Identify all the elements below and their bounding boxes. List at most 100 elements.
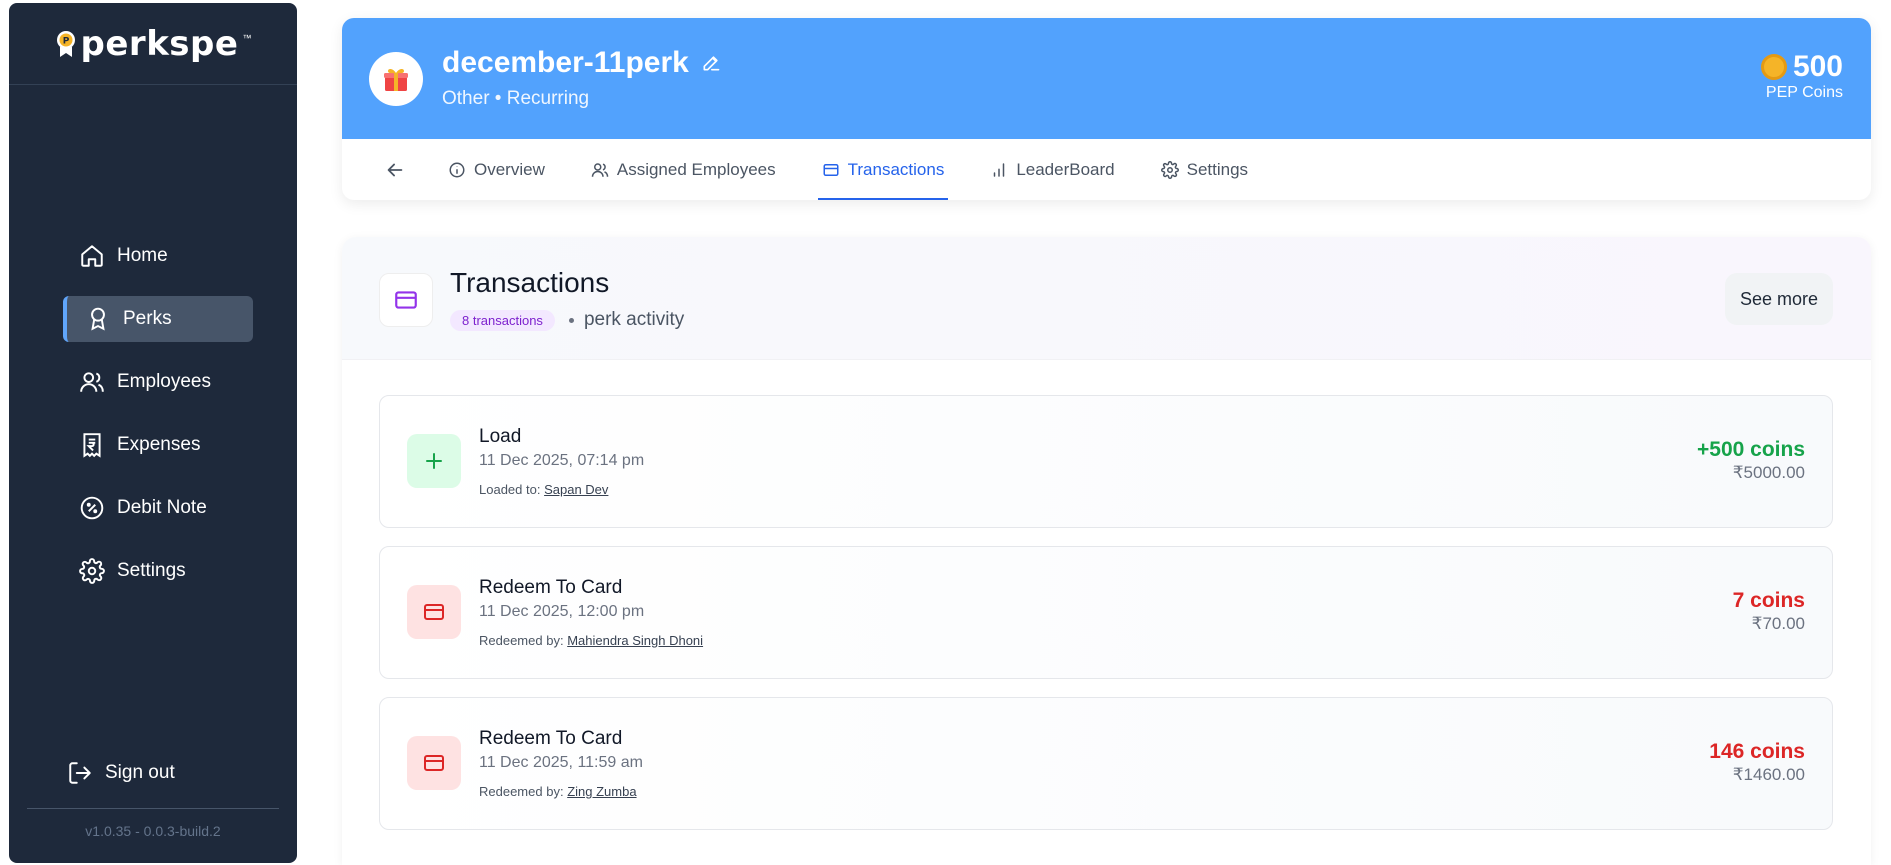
transaction-party: Loaded to: Sapan Dev bbox=[479, 482, 608, 497]
sidebar-item-employees[interactable]: Employees bbox=[63, 359, 253, 405]
perk-subtitle: Other • Recurring bbox=[442, 88, 590, 109]
sidebar-item-perks[interactable]: Perks bbox=[63, 296, 253, 342]
card-icon bbox=[823, 163, 839, 176]
transaction-date: 11 Dec 2025, 11:59 am bbox=[479, 754, 643, 771]
version-label: v1.0.35 - 0.0.3-build.2 bbox=[27, 808, 279, 839]
logo-area: P perkspe ™ bbox=[9, 3, 297, 85]
transactions-header: Transactions 8 transactions perk activit… bbox=[342, 237, 1871, 360]
perk-title-text: december-11perk bbox=[442, 46, 689, 79]
award-icon bbox=[91, 307, 105, 331]
brand-tm: ™ bbox=[242, 32, 252, 43]
separator-dot bbox=[568, 317, 574, 323]
transaction-party: Redeemed by: Zing Zumba bbox=[479, 784, 637, 799]
transaction-coins: +500 coins bbox=[1697, 438, 1805, 461]
tab-assigned-employees[interactable]: Assigned Employees bbox=[591, 139, 776, 200]
badge-percent-icon bbox=[80, 496, 104, 520]
transaction-amount: +500 coins ₹5000.00 bbox=[1697, 438, 1805, 483]
transaction-type-icon bbox=[407, 434, 461, 488]
transactions-list: Load 11 Dec 2025, 07:14 pm Loaded to: Sa… bbox=[379, 395, 1833, 848]
transaction-row[interactable]: Redeem To Card 11 Dec 2025, 12:00 pm Red… bbox=[379, 546, 1833, 679]
tab-transactions[interactable]: Transactions bbox=[817, 139, 948, 200]
edit-icon[interactable] bbox=[701, 53, 721, 73]
transactions-title: Transactions bbox=[450, 267, 610, 298]
sidebar-item-label: Perks bbox=[123, 308, 172, 329]
see-more-button[interactable]: See more bbox=[1725, 273, 1833, 325]
sidebar-item-debit-note[interactable]: Debit Note bbox=[63, 485, 253, 531]
transactions-header-icon bbox=[379, 273, 433, 327]
transactions-meta: 8 transactions perk activity bbox=[450, 309, 684, 331]
transaction-inr: ₹1460.00 bbox=[1732, 765, 1805, 784]
transaction-party-prefix: Redeemed by: bbox=[479, 633, 564, 648]
transaction-type: Redeem To Card bbox=[479, 577, 623, 598]
bar-chart-icon bbox=[994, 162, 1005, 177]
coin-icon bbox=[1760, 54, 1787, 80]
transaction-party-prefix: Loaded to: bbox=[479, 482, 541, 497]
transaction-party-link[interactable]: Mahiendra Singh Dhoni bbox=[567, 633, 703, 648]
tab-label: Settings bbox=[1186, 159, 1249, 179]
tab-overview[interactable]: Overview bbox=[448, 139, 545, 200]
brand-logo[interactable]: P perkspe ™ bbox=[55, 23, 252, 64]
gear-icon bbox=[79, 558, 105, 584]
transaction-amount: 7 coins ₹70.00 bbox=[1733, 589, 1805, 634]
transactions-card: Transactions 8 transactions perk activit… bbox=[342, 237, 1871, 865]
sidebar-item-label: Employees bbox=[117, 371, 211, 392]
tab-label: Overview bbox=[474, 159, 545, 179]
transaction-date: 11 Dec 2025, 12:00 pm bbox=[479, 603, 645, 620]
sidebar-item-label: Home bbox=[117, 245, 168, 266]
transaction-inr: ₹5000.00 bbox=[1732, 463, 1805, 482]
card-icon bbox=[395, 291, 417, 309]
users-icon bbox=[591, 162, 609, 177]
transaction-type-icon bbox=[407, 585, 461, 639]
tab-leaderboard[interactable]: LeaderBoard bbox=[990, 139, 1115, 200]
transaction-row[interactable]: Load 11 Dec 2025, 07:14 pm Loaded to: Sa… bbox=[379, 395, 1833, 528]
transaction-inr: ₹70.00 bbox=[1751, 614, 1805, 633]
sidebar-item-expenses[interactable]: Expenses bbox=[63, 422, 253, 468]
sidebar-item-home[interactable]: Home bbox=[63, 233, 253, 279]
perk-avatar bbox=[369, 52, 423, 106]
coins-label: PEP Coins bbox=[1765, 84, 1843, 101]
perk-header-banner: december-11perk Other • Recurring 500 PE… bbox=[342, 18, 1871, 139]
transactions-count-badge: 8 transactions bbox=[450, 309, 555, 331]
sidebar-item-label: Expenses bbox=[117, 434, 201, 455]
perk-tabs: Overview Assigned Employees Transactions… bbox=[342, 139, 1871, 200]
transaction-row[interactable]: Redeem To Card 11 Dec 2025, 11:59 am Red… bbox=[379, 697, 1833, 830]
receipt-rupee-icon bbox=[83, 433, 101, 458]
tab-label: Transactions bbox=[847, 159, 945, 179]
perk-title: december-11perk bbox=[442, 46, 721, 80]
transaction-party-link[interactable]: Zing Zumba bbox=[567, 784, 636, 799]
transaction-amount: 146 coins ₹1460.00 bbox=[1709, 740, 1805, 785]
tab-label: Assigned Employees bbox=[616, 159, 776, 179]
coins-summary: 500 PEP Coins bbox=[1760, 50, 1843, 102]
coins-value: 500 bbox=[1792, 50, 1843, 83]
logout-icon bbox=[69, 762, 91, 784]
svg-text:P: P bbox=[62, 36, 69, 46]
transaction-party-link[interactable]: Sapan Dev bbox=[544, 482, 608, 497]
sidebar: P perkspe ™ Home Perks Employees Expense… bbox=[9, 3, 297, 863]
back-arrow-icon[interactable] bbox=[384, 159, 406, 181]
sidebar-item-label: Settings bbox=[117, 560, 186, 581]
transaction-coins: 7 coins bbox=[1732, 589, 1805, 612]
users-icon bbox=[80, 372, 104, 392]
transaction-coins: 146 coins bbox=[1709, 740, 1805, 763]
sidebar-nav: Home Perks Employees Expenses Debit Note… bbox=[63, 233, 253, 611]
info-icon bbox=[449, 162, 465, 177]
home-icon bbox=[81, 245, 103, 267]
tab-label: LeaderBoard bbox=[1016, 159, 1115, 179]
sidebar-item-settings[interactable]: Settings bbox=[63, 548, 253, 594]
sign-out-label: Sign out bbox=[105, 762, 175, 783]
transaction-party-prefix: Redeemed by: bbox=[479, 784, 564, 799]
tab-settings[interactable]: Settings bbox=[1160, 139, 1249, 200]
transaction-type: Load bbox=[479, 426, 522, 447]
transaction-type-icon bbox=[407, 736, 461, 790]
transactions-subtitle: perk activity bbox=[583, 309, 685, 330]
card-icon bbox=[424, 755, 444, 771]
transaction-party: Redeemed by: Mahiendra Singh Dhoni bbox=[479, 633, 703, 648]
sign-out-button[interactable]: Sign out bbox=[67, 760, 175, 786]
perk-header-card: december-11perk Other • Recurring 500 PE… bbox=[342, 18, 1871, 200]
brand-name: perkspe bbox=[80, 23, 239, 64]
logo-badge-icon: P bbox=[56, 30, 75, 57]
transaction-date: 11 Dec 2025, 07:14 pm bbox=[479, 452, 645, 469]
transaction-type: Redeem To Card bbox=[479, 728, 623, 749]
gear-icon bbox=[1160, 160, 1179, 179]
plus-icon bbox=[426, 453, 442, 469]
